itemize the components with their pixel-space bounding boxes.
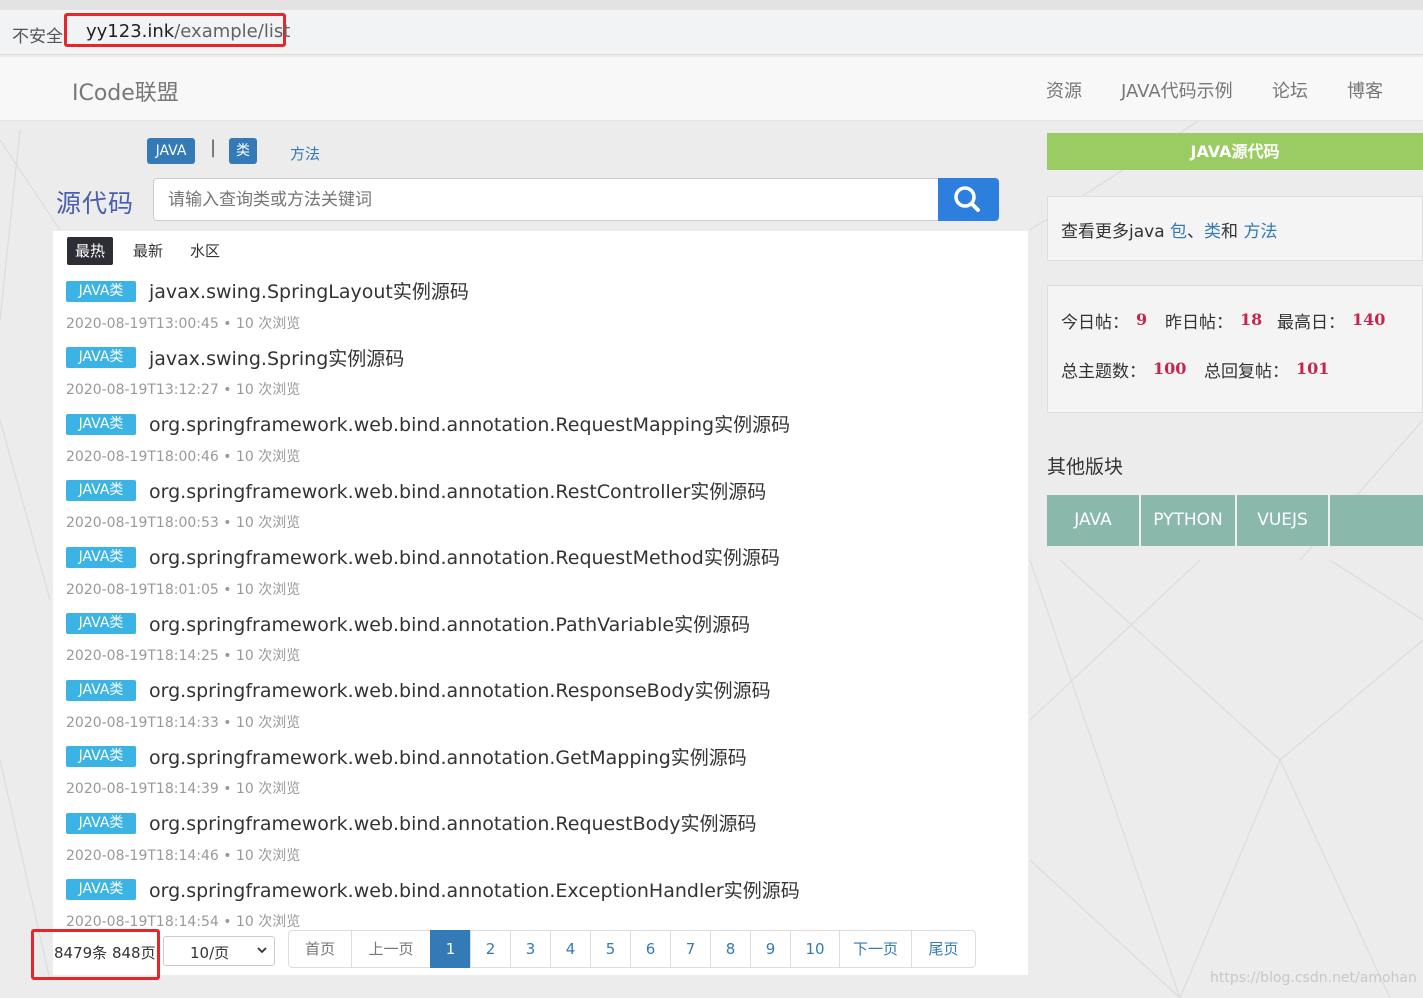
more-separator: 、 [1187,222,1205,242]
security-indicator[interactable]: 不安全 [12,22,63,47]
other-boards-title: 其他版块 [1047,456,1124,478]
category-badge[interactable]: JAVA类 [66,613,136,634]
page-button-9[interactable]: 9 [750,930,791,968]
category-badge[interactable]: JAVA类 [66,480,136,501]
item-title[interactable]: org.springframework.web.bind.annotation.… [149,743,747,770]
page-button-2[interactable]: 2 [470,930,511,968]
item-meta: 2020-08-19T18:14:39 • 10 次浏览 [66,781,301,797]
watermark: https://blog.csdn.net/amohan [1210,970,1417,986]
total-replies-label: 总回复帖： [1204,362,1289,382]
item-meta: 2020-08-19T18:00:53 • 10 次浏览 [66,515,301,531]
brand-logo[interactable]: ICode联盟 [72,75,179,107]
pagination: 首页 上一页 1 2 3 4 5 6 7 8 9 10 下一页 尾页 [288,930,976,968]
search-button[interactable] [938,178,999,221]
today-posts-label: 今日帖： [1061,313,1129,333]
item-title[interactable]: org.springframework.web.bind.annotation.… [149,477,766,504]
page-button-1[interactable]: 1 [430,930,471,968]
source-code-logo: 源代码 [56,189,135,218]
item-title[interactable]: org.springframework.web.bind.annotation.… [149,543,780,570]
category-badge[interactable]: JAVA类 [66,347,136,368]
max-day-value: 140 [1352,310,1386,329]
tag-method[interactable]: 方法 [290,143,320,164]
nav-item-blog[interactable]: 博客 [1347,77,1383,103]
yesterday-posts-value: 18 [1240,310,1263,329]
tab-water-area[interactable]: 水区 [182,237,228,265]
page-first-button[interactable]: 首页 [288,930,352,968]
url-path: /example/list [174,21,291,42]
item-title[interactable]: org.springframework.web.bind.annotation.… [149,876,800,903]
board-java[interactable]: JAVA [1047,495,1141,546]
category-badge[interactable]: JAVA类 [66,746,136,767]
page-next-button[interactable]: 下一页 [839,930,912,968]
total-topics-value: 100 [1153,359,1187,378]
item-title[interactable]: org.springframework.web.bind.annotation.… [149,610,750,637]
page-button-8[interactable]: 8 [710,930,751,968]
item-meta: 2020-08-19T13:12:27 • 10 次浏览 [66,382,301,398]
page-last-button[interactable]: 尾页 [911,930,976,968]
package-link[interactable]: 包 [1170,222,1187,242]
page-button-10[interactable]: 10 [790,930,840,968]
more-prefix: 查看更多java [1061,222,1171,242]
total-topics-label: 总主题数： [1061,362,1146,382]
item-title[interactable]: org.springframework.web.bind.annotation.… [149,676,771,703]
more-and: 和 [1221,222,1244,242]
item-title[interactable]: org.springframework.web.bind.annotation.… [149,809,757,836]
per-page-value: 10/页 [190,944,230,962]
category-badge[interactable]: JAVA类 [66,281,136,302]
total-count: 8479条 848页 [54,944,156,962]
java-source-banner[interactable]: JAVA源代码 [1047,133,1423,170]
page-button-3[interactable]: 3 [510,930,551,968]
per-page-select[interactable]: 10/页 [163,936,275,966]
search-input[interactable] [153,178,939,221]
total-replies-value: 101 [1296,359,1330,378]
item-meta: 2020-08-19T18:01:05 • 10 次浏览 [66,582,301,598]
nav-item-java-examples[interactable]: JAVA代码示例 [1121,77,1233,103]
item-meta: 2020-08-19T18:14:46 • 10 次浏览 [66,848,301,864]
item-title[interactable]: org.springframework.web.bind.annotation.… [149,410,790,437]
category-badge[interactable]: JAVA类 [66,680,136,701]
page-button-5[interactable]: 5 [590,930,631,968]
nav-item-resources[interactable]: 资源 [1046,77,1082,103]
max-day-label: 最高日： [1277,313,1345,333]
page-button-7[interactable]: 7 [670,930,711,968]
page-button-4[interactable]: 4 [550,930,591,968]
nav-item-forum[interactable]: 论坛 [1272,77,1308,103]
tag-java[interactable]: JAVA [147,138,195,164]
chevron-down-icon [257,947,267,954]
search-icon [954,186,980,212]
category-badge[interactable]: JAVA类 [66,547,136,568]
item-meta: 2020-08-19T18:14:33 • 10 次浏览 [66,715,301,731]
category-badge[interactable]: JAVA类 [66,414,136,435]
url-host: yy123.ink [86,21,175,42]
category-badge[interactable]: JAVA类 [66,813,136,834]
category-badge[interactable]: JAVA类 [66,879,136,900]
tag-divider: | [210,137,217,158]
tag-class[interactable]: 类 [229,138,257,164]
item-meta: 2020-08-19T18:00:46 • 10 次浏览 [66,449,301,465]
page-prev-button[interactable]: 上一页 [351,930,431,968]
board-python[interactable]: PYTHON [1141,495,1237,546]
class-link[interactable]: 类 [1204,222,1221,242]
item-meta: 2020-08-19T18:14:54 • 10 次浏览 [66,914,301,930]
today-posts-value: 9 [1136,310,1148,329]
page-button-6[interactable]: 6 [630,930,671,968]
more-links: 查看更多java 包、类和 方法 [1061,217,1277,242]
item-title[interactable]: javax.swing.Spring实例源码 [149,344,404,371]
tab-newest[interactable]: 最新 [125,237,171,265]
method-link[interactable]: 方法 [1243,222,1277,242]
item-meta: 2020-08-19T18:14:25 • 10 次浏览 [66,648,301,664]
item-title[interactable]: javax.swing.SpringLayout实例源码 [149,277,469,304]
url-text[interactable]: yy123.ink/example/list [86,21,290,42]
stats-box [1047,285,1423,413]
board-vuejs[interactable]: VUEJS [1237,495,1330,546]
yesterday-posts-label: 昨日帖： [1165,313,1233,333]
browser-tab-strip [0,0,1423,10]
tab-hottest[interactable]: 最热 [67,237,114,265]
item-meta: 2020-08-19T13:00:45 • 10 次浏览 [66,316,301,332]
